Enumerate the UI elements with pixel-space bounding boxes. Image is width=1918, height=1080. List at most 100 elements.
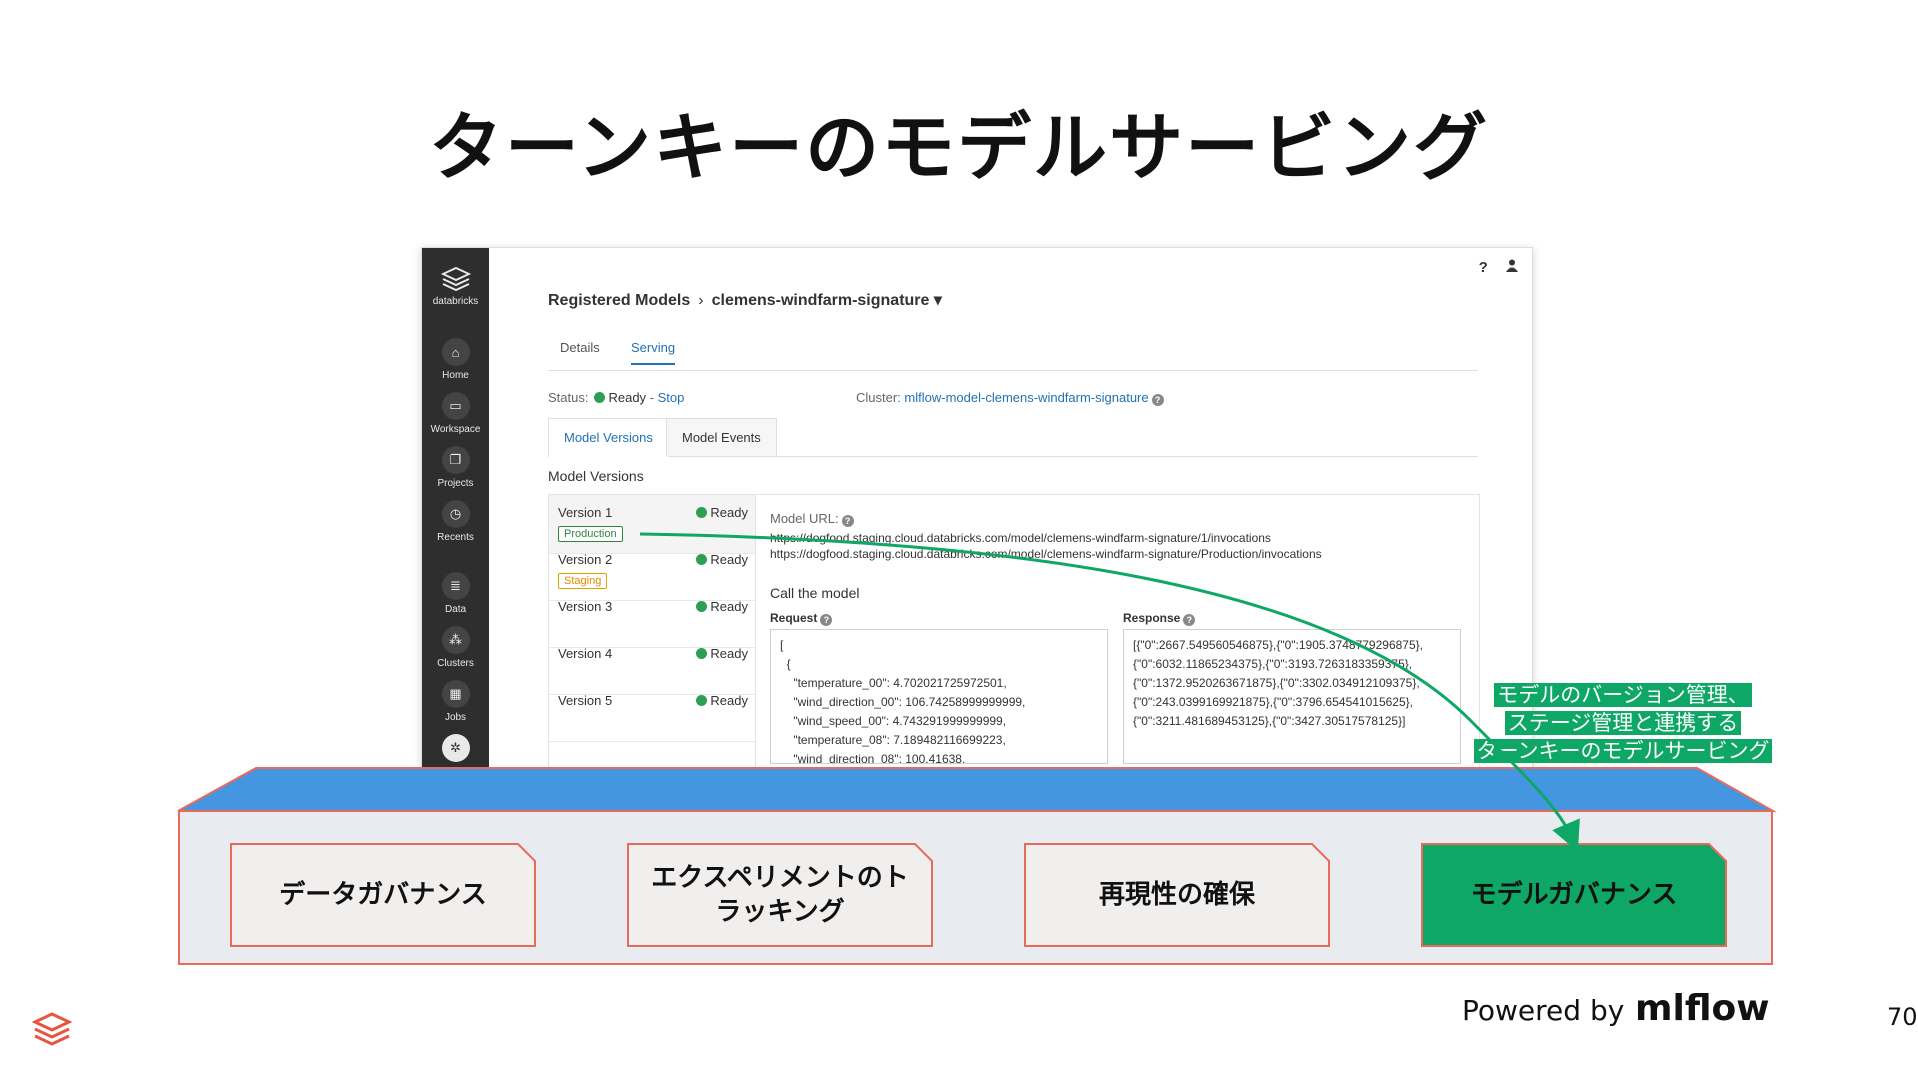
sidebar-item-label: Recents (437, 532, 474, 543)
version-row[interactable]: Version 5 Ready (549, 683, 756, 742)
version-name: Version 1 (558, 505, 613, 520)
sidebar-item-models[interactable]: ✲ (422, 734, 489, 766)
callout-line-3: ターンキーのモデルサービング (1473, 739, 1773, 763)
card-data-governance: データガバナンス (230, 843, 536, 947)
version-name: Version 4 (558, 646, 613, 661)
card-model-governance: モデルガバナンス (1421, 843, 1727, 947)
home-icon: ⌂ (441, 338, 470, 366)
slide-title: ターンキーのモデルサービング (428, 105, 1490, 191)
card-line-1: エクスペリメントのト (651, 863, 909, 893)
status-dash: - (646, 390, 658, 405)
breadcrumb: Registered Models › clemens-windfarm-signa… (548, 290, 942, 310)
response-label-text: Response (1123, 611, 1181, 625)
models-icon: ✲ (441, 734, 470, 762)
clusters-icon: ⁂ (441, 626, 470, 654)
serving-callout: モデルのバージョン管理、 ステージ管理と連携する ターンキーのモデルサービング (1464, 681, 1782, 765)
tab-details[interactable]: Details (560, 340, 600, 363)
status-value: Ready (608, 390, 647, 405)
help-icon[interactable]: ? (1479, 259, 1488, 276)
version-status: Ready (690, 505, 748, 520)
model-url-stage[interactable]: https://dogfood.staging.cloud.databricks… (770, 547, 1322, 561)
sidebar-item-data[interactable]: ≣ Data (422, 572, 489, 615)
tab-serving[interactable]: Serving (631, 340, 676, 365)
version-detail-panel: Model URL:? https://dogfood.staging.clou… (755, 494, 1480, 768)
powered-by-text: Powered by (1462, 994, 1625, 1027)
callout-line-1: モデルのバージョン管理、 (1494, 683, 1752, 707)
ready-dot-icon (696, 695, 708, 706)
databricks-screenshot: databricks ⌂ Home ▭ Workspace ❐ Projects… (421, 247, 1533, 769)
database-icon: ≣ (441, 572, 470, 600)
version-status: Ready (690, 693, 748, 708)
versions-subtabs: Model Versions Model Events (548, 418, 1478, 457)
help-icon[interactable]: ? (1151, 394, 1164, 406)
version-status: Ready (690, 646, 748, 661)
version-status-text: Ready (710, 552, 748, 567)
version-name: Version 2 (558, 552, 613, 567)
sidebar-item-label: Clusters (437, 658, 474, 669)
card-line-1: モデルガバナンス (1470, 880, 1678, 910)
calendar-icon: ▦ (441, 680, 470, 708)
help-icon[interactable]: ? (1183, 614, 1196, 626)
card-line-1: 再現性の確保 (1098, 880, 1255, 910)
version-status: Ready (690, 552, 748, 567)
sidebar-item-jobs[interactable]: ▦ Jobs (422, 680, 489, 723)
production-badge: Production (558, 526, 623, 542)
tab-model-versions[interactable]: Model Versions (548, 418, 669, 457)
model-tabs: Details Serving (548, 340, 1478, 371)
help-icon[interactable]: ? (820, 614, 833, 626)
card-line-1: データガバナンス (279, 880, 487, 910)
help-icon[interactable]: ? (841, 515, 854, 527)
sidebar-brand[interactable]: databricks (422, 266, 489, 307)
model-url-label: Model URL:? (770, 511, 854, 527)
projects-icon: ❐ (441, 446, 470, 474)
folder-icon: ▭ (441, 392, 470, 420)
sidebar-item-workspace[interactable]: ▭ Workspace (422, 392, 489, 435)
request-textarea[interactable]: [ { "temperature_00": 4.702021725972501,… (770, 629, 1108, 764)
cluster-link[interactable]: mlflow-model-clemens-windfarm-signature (904, 390, 1148, 405)
card-label: 再現性の確保 (1024, 843, 1330, 947)
versions-list: Version 1 Ready Production Version 2 Rea… (548, 494, 756, 768)
response-label: Response? (1123, 611, 1196, 626)
breadcrumb-registered-models[interactable]: Registered Models (548, 292, 690, 309)
response-textarea[interactable]: [{"0":2667.549560546875},{"0":1905.37487… (1123, 629, 1461, 764)
version-name: Version 5 (558, 693, 613, 708)
version-status-text: Ready (710, 646, 748, 661)
ready-dot-icon (696, 601, 708, 612)
call-model-heading: Call the model (770, 585, 860, 601)
sidebar-item-label: Data (444, 604, 467, 615)
version-name: Version 3 (558, 599, 613, 614)
card-reproducibility: 再現性の確保 (1024, 843, 1330, 947)
card-line-2: ラッキング (715, 897, 845, 927)
version-status-text: Ready (710, 505, 748, 520)
sidebar-item-clusters[interactable]: ⁂ Clusters (422, 626, 489, 669)
serving-status: Status: Ready - Stop (548, 390, 684, 405)
tab-model-events[interactable]: Model Events (666, 418, 777, 456)
card-label: エクスペリメントのト ラッキング (627, 843, 933, 947)
cluster-label: Cluster: (856, 390, 901, 405)
callout-line-2: ステージ管理と連携する (1504, 711, 1742, 735)
request-label: Request? (770, 611, 833, 626)
model-url-version[interactable]: https://dogfood.staging.cloud.databricks… (770, 531, 1271, 545)
stop-link[interactable]: Stop (658, 390, 685, 405)
version-status: Ready (690, 599, 748, 614)
sidebar-item-label: Workspace (430, 424, 481, 435)
sidebar-item-recents[interactable]: ◷ Recents (422, 500, 489, 543)
top-icons: ? (1465, 259, 1518, 276)
user-icon[interactable] (1506, 259, 1518, 276)
model-name-dropdown[interactable]: clemens-windfarm-signature ▾ (712, 292, 942, 309)
mlflow-logo-text: mlflow (1635, 988, 1770, 1029)
sidebar-item-label: Home (442, 370, 469, 381)
status-label: Status: (548, 390, 589, 405)
cluster-info: Cluster: mlflow-model-clemens-windfarm-s… (856, 390, 1164, 406)
databricks-corner-logo-icon (32, 1012, 72, 1046)
model-versions-heading: Model Versions (548, 468, 644, 484)
databricks-logo-icon (440, 266, 471, 292)
sidebar-item-projects[interactable]: ❐ Projects (422, 446, 489, 489)
clock-icon: ◷ (441, 500, 470, 528)
version-status-text: Ready (710, 693, 748, 708)
card-label: データガバナンス (230, 843, 536, 947)
sidebar: databricks ⌂ Home ▭ Workspace ❐ Projects… (422, 248, 489, 768)
sidebar-item-home[interactable]: ⌂ Home (422, 338, 489, 381)
sidebar-brand-label: databricks (432, 296, 479, 307)
version-status-text: Ready (710, 599, 748, 614)
